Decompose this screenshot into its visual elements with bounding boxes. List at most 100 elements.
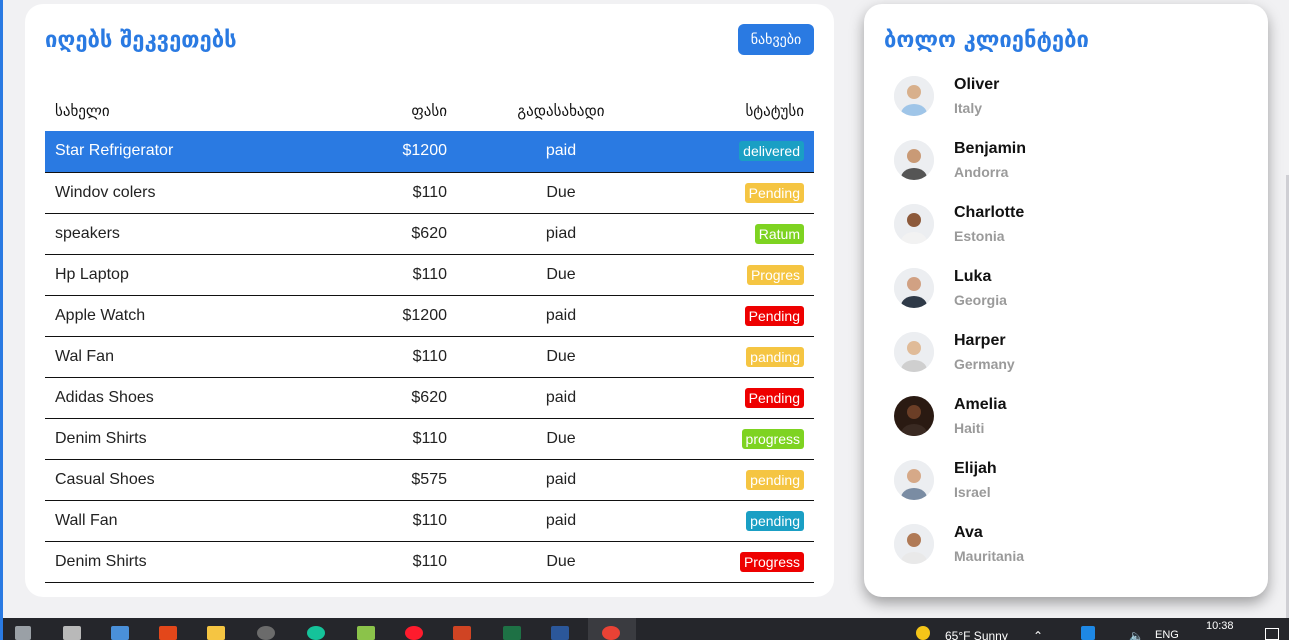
status-badge: Pending — [744, 182, 804, 203]
customers-title: ბოლო კლიენტები — [884, 28, 1089, 53]
table-row[interactable]: Adidas Shoes $620 paid Pending — [45, 377, 814, 419]
notification-icon[interactable] — [1265, 628, 1279, 640]
status-cell: Ratum — [675, 213, 814, 255]
avatar — [894, 140, 934, 180]
payment-status: paid — [447, 377, 675, 419]
payment-status: Due — [447, 336, 675, 378]
product-price: $110 — [285, 336, 447, 378]
payment-status: paid — [447, 459, 675, 501]
product-name: Denim Shirts — [45, 418, 285, 460]
status-badge: Pending — [744, 387, 804, 408]
grammarly-icon[interactable] — [307, 626, 325, 640]
status-cell: pending — [675, 459, 814, 501]
app-icon[interactable] — [357, 626, 375, 640]
avatar-image — [894, 396, 934, 436]
table-row[interactable]: Casual Shoes $575 paid pending — [45, 459, 814, 501]
customer-item[interactable]: Harper Germany — [894, 322, 1234, 386]
customer-name: Luka — [954, 268, 992, 285]
table-header-row: სახელი ფასი გადასახადი სტატუსი — [45, 90, 814, 131]
customer-item[interactable]: Amelia Haiti — [894, 386, 1234, 450]
product-price: $575 — [285, 459, 447, 501]
status-cell: progress — [675, 418, 814, 460]
avatar — [894, 204, 934, 244]
table-row[interactable]: Denim Shirts $110 Due Progress — [45, 541, 814, 583]
payment-status: paid — [447, 131, 675, 173]
table-row[interactable]: speakers $620 piad Ratum — [45, 213, 814, 255]
obs-icon[interactable] — [257, 626, 275, 640]
opera-icon[interactable] — [405, 626, 423, 640]
customer-country: Georgia — [954, 292, 1007, 308]
table-row[interactable]: Wal Fan $110 Due panding — [45, 336, 814, 378]
customer-item[interactable]: Ava Mauritania — [894, 514, 1234, 578]
volume-icon[interactable]: 🔈 — [1129, 629, 1144, 640]
virtualbox-icon[interactable] — [111, 626, 129, 640]
payment-status: piad — [447, 213, 675, 255]
status-badge: pending — [746, 469, 804, 490]
onedrive-icon[interactable] — [1081, 626, 1095, 640]
excel-icon[interactable] — [503, 626, 521, 640]
customer-country: Estonia — [954, 228, 1005, 244]
table-row[interactable]: Hp Laptop $110 Due Progres — [45, 254, 814, 296]
customer-item[interactable]: Benjamin Andorra — [894, 130, 1234, 194]
product-name: Wal Fan — [45, 336, 285, 378]
customer-country: Mauritania — [954, 548, 1025, 564]
status-cell: delivered — [675, 131, 814, 173]
table-row[interactable]: Wall Fan $110 paid pending — [45, 500, 814, 542]
product-price: $110 — [285, 500, 447, 542]
customer-item[interactable]: Luka Georgia — [894, 258, 1234, 322]
avatar-image — [894, 76, 934, 116]
customer-name: Ava — [954, 524, 983, 541]
product-name: Casual Shoes — [45, 459, 285, 501]
avatar-image — [894, 204, 934, 244]
avatar — [894, 268, 934, 308]
avatar-image — [894, 460, 934, 500]
customer-item[interactable]: Charlotte Estonia — [894, 194, 1234, 258]
language-indicator[interactable]: ENG — [1155, 629, 1179, 640]
customer-country: Haiti — [954, 420, 985, 436]
product-name: Apple Watch — [45, 295, 285, 337]
product-price: $620 — [285, 213, 447, 255]
view-all-button[interactable]: ნახვები — [738, 24, 814, 55]
payment-status: Due — [447, 541, 675, 583]
avatar — [894, 396, 934, 436]
weather-icon[interactable] — [916, 626, 930, 640]
table-row[interactable]: Windov colers $110 Due Pending — [45, 172, 814, 214]
status-cell: Pending — [675, 295, 814, 337]
customer-item[interactable]: Oliver Italy — [894, 66, 1234, 130]
status-badge: Progress — [739, 551, 804, 572]
status-cell: pending — [675, 500, 814, 542]
column-header-payment: გადასახადი — [517, 101, 605, 120]
chrome-taskbar-item[interactable] — [588, 618, 636, 640]
customer-country: Germany — [954, 356, 1015, 372]
table-row[interactable]: Apple Watch $1200 paid Pending — [45, 295, 814, 337]
status-badge: Pending — [744, 305, 804, 326]
chevron-up-icon[interactable]: ⌃ — [1033, 629, 1043, 640]
start-icon[interactable] — [15, 626, 31, 640]
table-row[interactable]: Denim Shirts $110 Due progress — [45, 418, 814, 460]
customer-name: Charlotte — [954, 204, 1025, 221]
status-cell: Progres — [675, 254, 814, 296]
status-cell: Progress — [675, 541, 814, 583]
windows-taskbar: 65°F Sunny ⌃ 🔈 ENG 10:38 — [3, 618, 1289, 640]
avatar — [894, 332, 934, 372]
customer-item[interactable]: Elijah Israel — [894, 450, 1234, 514]
product-name: speakers — [45, 213, 285, 255]
file-explorer-icon[interactable] — [207, 626, 225, 640]
word-icon[interactable] — [551, 626, 569, 640]
customer-list: Oliver Italy Benjamin Andorra Charlotte Eston… — [894, 66, 1234, 578]
payment-status: Due — [447, 254, 675, 296]
office-icon[interactable] — [159, 626, 177, 640]
avatar-image — [894, 268, 934, 308]
powerpoint-icon[interactable] — [453, 626, 471, 640]
table-row[interactable]: Star Refrigerator $1200 paid delivered — [45, 131, 814, 173]
status-badge: Progres — [746, 264, 804, 285]
customer-country: Italy — [954, 100, 983, 116]
clock[interactable]: 10:38 — [1206, 620, 1234, 632]
status-badge: delivered — [739, 141, 804, 162]
customer-name: Oliver — [954, 76, 1000, 93]
app-icon[interactable] — [63, 626, 81, 640]
product-price: $110 — [285, 541, 447, 583]
weather-text[interactable]: 65°F Sunny — [945, 629, 1008, 640]
status-badge: pending — [746, 510, 804, 531]
product-price: $110 — [285, 418, 447, 460]
